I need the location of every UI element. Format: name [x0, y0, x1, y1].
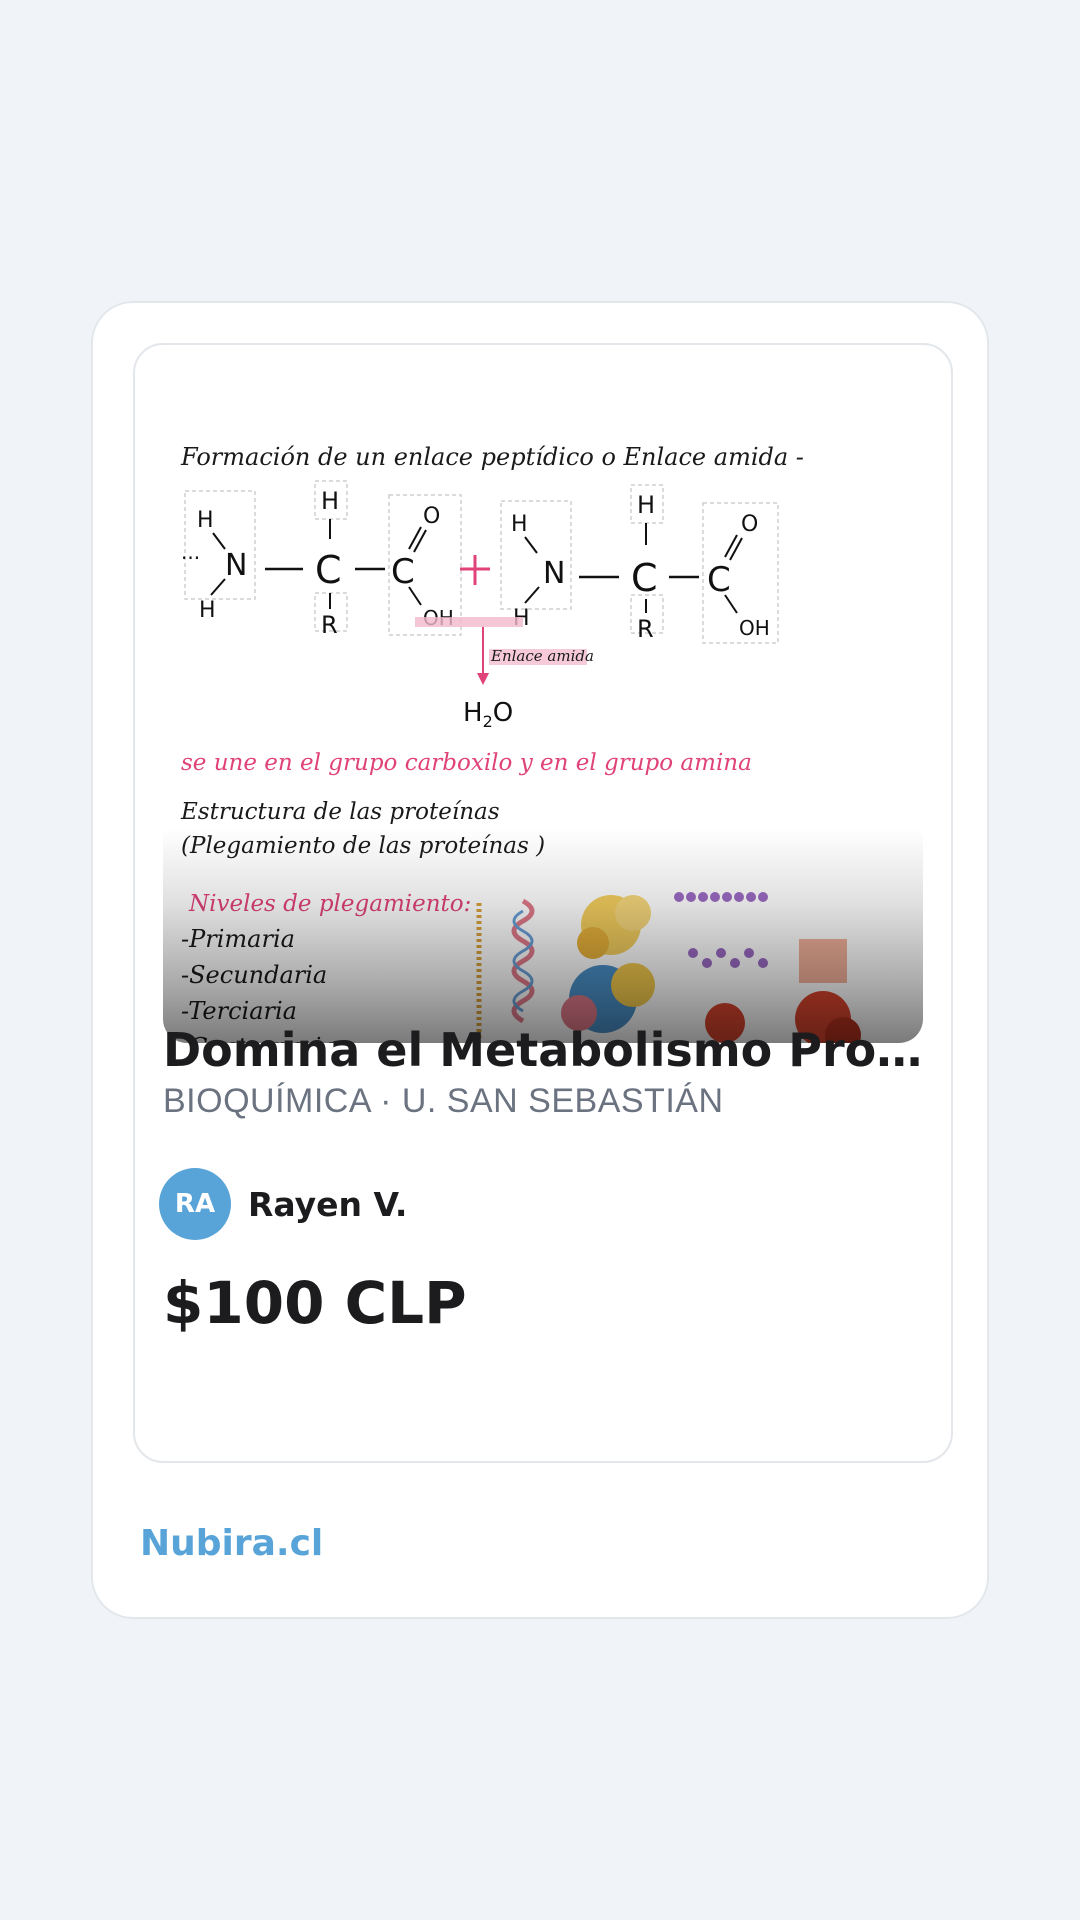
- svg-text:H: H: [637, 491, 655, 519]
- notes-thumbnail[interactable]: Formación de un enlace peptídico o Enlac…: [163, 373, 923, 1043]
- svg-text:H: H: [197, 508, 214, 533]
- price: $100 CLP: [163, 1269, 467, 1337]
- level-secondary: -Secundaria: [181, 961, 327, 989]
- avatar: RA: [159, 1168, 231, 1240]
- amide-label: Enlace amida: [490, 647, 594, 665]
- svg-text:H: H: [321, 487, 339, 515]
- notes-heading: Formación de un enlace peptídico o Enlac…: [180, 443, 804, 471]
- course-subtitle: BIOQUÍMICA · U. SAN SEBASTIÁN: [163, 1082, 724, 1120]
- svg-text:C: C: [391, 552, 415, 592]
- svg-text:O: O: [423, 504, 440, 529]
- levels-heading: Niveles de plegamiento:: [188, 891, 471, 917]
- notes-image: Formación de un enlace peptídico o Enlac…: [180, 443, 861, 1043]
- svg-text:OH: OH: [739, 616, 770, 640]
- author-row[interactable]: RA Rayen V.: [159, 1168, 407, 1240]
- svg-text:...: ...: [181, 540, 200, 564]
- amino-acid-1: H N H ... H C R C O: [181, 487, 454, 639]
- svg-text:R: R: [637, 615, 654, 643]
- listing-card[interactable]: Formación de un enlace peptídico o Enlac…: [133, 343, 953, 1463]
- svg-text:O: O: [741, 512, 758, 537]
- listing-title[interactable]: Domina el Metabolismo Prot...: [163, 1021, 923, 1079]
- svg-text:N: N: [225, 548, 247, 583]
- water-highlight: [415, 617, 523, 627]
- amino-acid-2: H N H H C R C O OH: [511, 491, 770, 643]
- svg-text:C: C: [315, 548, 342, 592]
- svg-text:H: H: [511, 512, 528, 537]
- author-name: Rayen V.: [248, 1184, 408, 1224]
- plus-sign: [460, 555, 490, 585]
- structure-line-1: Estructura de las proteínas: [180, 799, 500, 825]
- structure-line-2: (Plegamiento de las proteínas ): [181, 833, 545, 859]
- level-primary: -Primaria: [181, 925, 295, 953]
- water-formula: H2O: [463, 698, 513, 731]
- svg-text:N: N: [543, 556, 565, 591]
- brand-link[interactable]: Nubira.cl: [140, 1523, 323, 1564]
- arrow-head-icon: [477, 673, 489, 685]
- svg-text:H: H: [199, 598, 216, 623]
- join-note: se une en el grupo carboxilo y en el gru…: [181, 750, 752, 776]
- share-card: Formación de un enlace peptídico o Enlac…: [91, 301, 989, 1619]
- svg-text:C: C: [707, 560, 731, 600]
- svg-text:C: C: [631, 556, 658, 600]
- svg-text:R: R: [321, 611, 338, 639]
